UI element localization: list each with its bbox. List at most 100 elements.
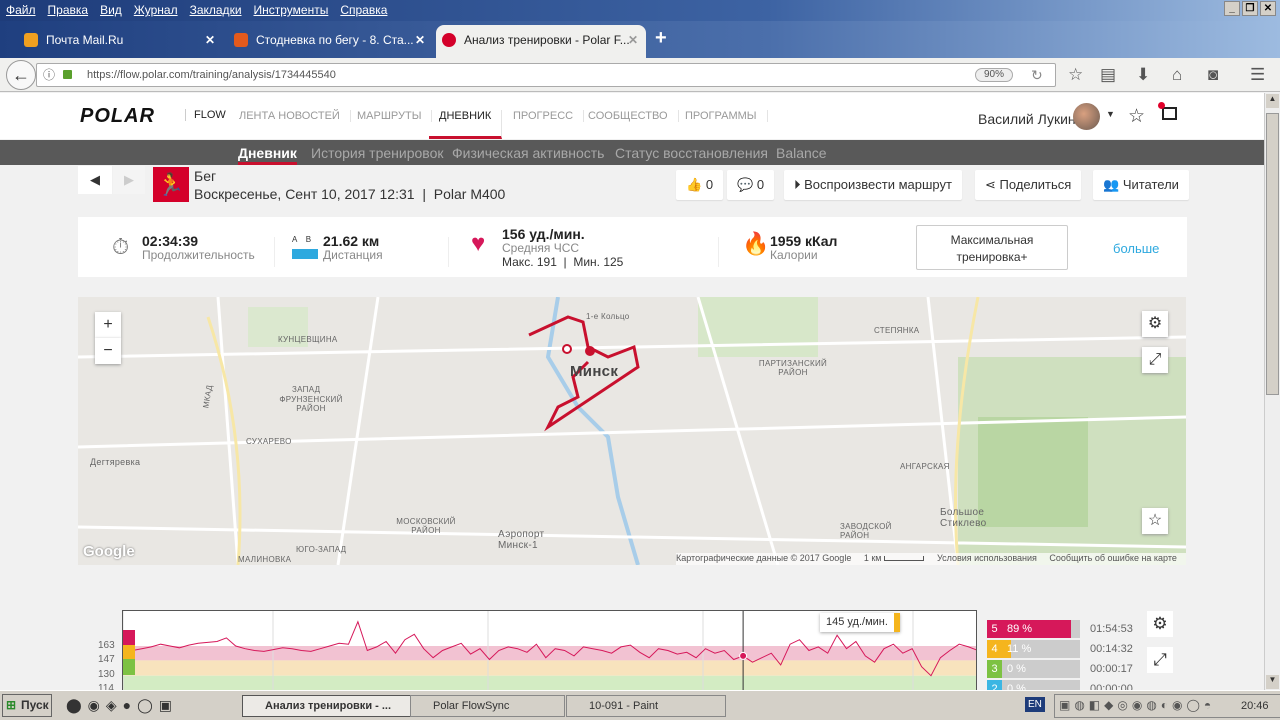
minimize-button[interactable]: _ bbox=[1224, 1, 1240, 16]
heart-icon: ♥ bbox=[471, 230, 486, 257]
map-label: 1-е Кольцо bbox=[586, 312, 630, 321]
more-link[interactable]: больше bbox=[1113, 241, 1159, 256]
bookmark-star-icon[interactable]: ☆ bbox=[1068, 65, 1083, 85]
nav-routes[interactable]: МАРШРУТЫ bbox=[347, 110, 433, 122]
pocket-icon[interactable]: ◙ bbox=[1208, 65, 1218, 85]
menu-edit[interactable]: Правка bbox=[48, 3, 89, 17]
sub-navigation: Дневник История тренировок Физическая ак… bbox=[0, 140, 1264, 165]
hr-zone-bar[interactable]: 3 0 % bbox=[987, 660, 1080, 678]
prev-training-button[interactable]: ◀ bbox=[78, 166, 112, 194]
avatar[interactable] bbox=[1073, 103, 1100, 130]
home-icon[interactable]: ⌂ bbox=[1172, 65, 1182, 85]
comment-button[interactable]: 💬 0 bbox=[727, 170, 775, 200]
map-settings-gear-icon[interactable]: ⚙ bbox=[1142, 311, 1168, 337]
zoom-in-button[interactable]: + bbox=[95, 312, 121, 338]
nav-community[interactable]: СООБЩЕСТВО bbox=[578, 110, 679, 122]
menu-history[interactable]: Журнал bbox=[134, 3, 178, 17]
taskbar-item-flowsync[interactable]: Polar FlowSync bbox=[410, 695, 565, 717]
chart-fullscreen-icon[interactable]: ⤢ bbox=[1147, 647, 1173, 673]
hamburger-menu-icon[interactable]: ☰ bbox=[1250, 65, 1265, 85]
map-report-link[interactable]: Сообщить об ошибке на карте bbox=[1049, 553, 1176, 563]
calories-value: 1959 кКал bbox=[770, 233, 838, 249]
zoom-out-button[interactable]: − bbox=[95, 338, 121, 364]
map-favorite-star-icon[interactable]: ☆ bbox=[1142, 508, 1168, 534]
tab-stodnevka[interactable]: Стодневка по бегу - 8. Ста... ✕ bbox=[228, 25, 433, 58]
taskbar-item-firefox[interactable]: Анализ тренировки - ... bbox=[242, 695, 427, 717]
hr-zone-bar[interactable]: 5 89 % bbox=[987, 620, 1080, 638]
back-button[interactable]: ← bbox=[6, 60, 36, 90]
lock-icon bbox=[63, 70, 72, 79]
menu-help[interactable]: Справка bbox=[340, 3, 387, 17]
user-name[interactable]: Василий Лукин bbox=[978, 111, 1076, 127]
restore-button[interactable]: ❐ bbox=[1242, 1, 1258, 16]
map-label: ЗАВОДСКОЙ РАЙОН bbox=[840, 522, 892, 540]
next-training-button[interactable]: ▶ bbox=[113, 166, 145, 194]
nav-programs[interactable]: ПРОГРАММЫ bbox=[675, 110, 768, 122]
avg-hr-label: Средняя ЧСС bbox=[502, 241, 580, 255]
zone-color-strip bbox=[123, 659, 135, 675]
page-scrollbar[interactable]: ▲ ▼ bbox=[1264, 93, 1280, 690]
language-indicator[interactable]: EN bbox=[1025, 697, 1045, 712]
nav-progress[interactable]: ПРОГРЕСС bbox=[503, 110, 585, 122]
close-window-button[interactable]: ✕ bbox=[1260, 1, 1276, 16]
hr-zone-bar[interactable]: 4 11 % bbox=[987, 640, 1080, 658]
training-benefit-button[interactable]: Максимальная тренировка+ bbox=[916, 225, 1068, 270]
subnav-history[interactable]: История тренировок bbox=[311, 145, 443, 161]
zoom-indicator[interactable]: 90% bbox=[975, 68, 1014, 82]
comment-count: 0 bbox=[756, 177, 765, 192]
share-icon: ⋖ bbox=[985, 177, 996, 192]
polar-logo[interactable]: POLAR bbox=[80, 105, 155, 128]
quick-launch-icons[interactable]: ⬤◉◈●◯▣ bbox=[66, 697, 178, 714]
subnav-diary[interactable]: Дневник bbox=[238, 145, 297, 165]
url-text[interactable]: https://flow.polar.com/training/analysis… bbox=[87, 69, 336, 81]
chevron-down-icon[interactable]: ▼ bbox=[1106, 109, 1115, 119]
training-summary: ⏱ 02:34:39 Продолжительность A B 21.62 к… bbox=[78, 217, 1187, 277]
stopwatch-icon: ⏱ bbox=[112, 234, 130, 259]
thumbs-up-icon: 👍 bbox=[686, 177, 703, 192]
map-label: Минск bbox=[570, 363, 619, 380]
close-tab-icon[interactable]: ✕ bbox=[205, 25, 215, 55]
followers-button[interactable]: 👥 Читатели bbox=[1093, 170, 1189, 200]
menu-file[interactable]: Файл bbox=[6, 3, 36, 17]
tab-mail[interactable]: Почта Mail.Ru ✕ bbox=[18, 25, 223, 58]
nav-diary[interactable]: ДНЕВНИК bbox=[429, 110, 503, 139]
taskbar-item-paint[interactable]: 10-091 - Paint bbox=[566, 695, 726, 717]
subnav-balance[interactable]: Balance bbox=[776, 145, 827, 161]
polar-favicon-icon bbox=[442, 33, 456, 47]
like-button[interactable]: 👍 0 bbox=[676, 170, 724, 200]
map-label: СУХАРЕВО bbox=[246, 437, 292, 446]
zone-number: 5 bbox=[987, 620, 1002, 638]
route-map[interactable]: КУНЦЕВЩИНА ЗАПАД ФРУНЗЕНСКИЙ РАЙОН СУХАР… bbox=[78, 297, 1186, 565]
messages-icon[interactable] bbox=[1158, 102, 1177, 120]
scroll-down-icon[interactable]: ▼ bbox=[1266, 675, 1279, 689]
scroll-thumb[interactable] bbox=[1266, 113, 1279, 395]
tab-polar[interactable]: Анализ тренировки - Polar F... ✕ bbox=[436, 25, 646, 58]
url-bar[interactable]: ⓘ https://flow.polar.com/training/analys… bbox=[36, 63, 1056, 87]
download-icon[interactable]: ⬇ bbox=[1136, 65, 1150, 85]
scroll-up-icon[interactable]: ▲ bbox=[1266, 94, 1279, 108]
tray-icons[interactable]: ▣◍◧◆◎◉◍◐◉◯◓ bbox=[1059, 698, 1215, 712]
tab-title: Стодневка по бегу - 8. Ста... bbox=[256, 33, 414, 47]
close-tab-icon[interactable]: ✕ bbox=[415, 25, 425, 55]
start-button[interactable]: ⊞ Пуск bbox=[2, 694, 52, 717]
fullscreen-icon[interactable]: ⤢ bbox=[1142, 347, 1168, 373]
subnav-recovery[interactable]: Статус восстановления bbox=[615, 145, 768, 161]
replay-route-button[interactable]: ⏵ Воспроизвести маршрут bbox=[784, 170, 962, 200]
chart-settings-gear-icon[interactable]: ⚙ bbox=[1147, 611, 1173, 637]
new-tab-button[interactable]: + bbox=[655, 27, 667, 50]
favorites-star-icon[interactable]: ☆ bbox=[1128, 105, 1145, 128]
subnav-activity[interactable]: Физическая активность bbox=[452, 145, 604, 161]
reload-icon[interactable]: ↻ bbox=[1031, 64, 1043, 86]
close-tab-icon[interactable]: ✕ bbox=[628, 25, 638, 55]
share-button[interactable]: ⋖ Поделиться bbox=[975, 170, 1082, 200]
nav-newsfeed[interactable]: ЛЕНТА НОВОСТЕЙ bbox=[229, 110, 351, 122]
reading-list-icon[interactable]: ▤ bbox=[1100, 65, 1116, 85]
zone-color-strip bbox=[123, 629, 135, 645]
menu-bar: Файл Правка Вид Журнал Закладки Инструменты Сп… bbox=[0, 0, 1280, 21]
menu-view[interactable]: Вид bbox=[100, 3, 122, 17]
menu-bookmarks[interactable]: Закладки bbox=[190, 3, 242, 17]
map-terms-link[interactable]: Условия использования bbox=[937, 553, 1037, 563]
info-icon[interactable]: ⓘ bbox=[43, 64, 55, 86]
share-label: Поделиться bbox=[999, 177, 1072, 192]
menu-tools[interactable]: Инструменты bbox=[254, 3, 329, 17]
